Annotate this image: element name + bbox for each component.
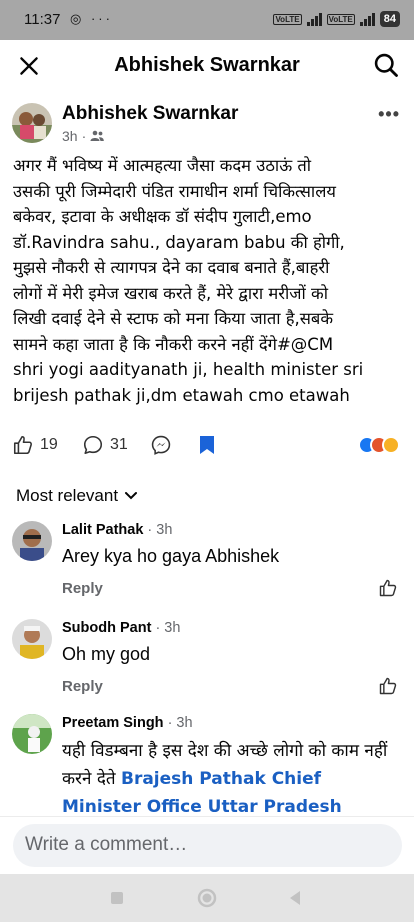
post-meta: 3h ·	[62, 128, 105, 144]
messenger-icon	[151, 435, 171, 455]
reply-button[interactable]: Reply	[62, 678, 103, 695]
thumbs-up-icon	[13, 435, 32, 455]
status-bar: 11:37 ◎ ··· VoLTE VoLTE 84	[0, 0, 414, 40]
back-icon[interactable]	[283, 886, 307, 910]
top-app-bar: Abhishek Swarnkar	[0, 40, 414, 90]
meta-separator: ·	[81, 128, 87, 144]
comment-text: यही विडम्बना है इस देश की अच्छे लोगो को …	[62, 737, 402, 821]
sort-label: Most relevant	[16, 486, 119, 505]
bookmark-icon	[200, 436, 214, 454]
like-count: 19	[40, 436, 58, 453]
volte-icon: VoLTE	[273, 13, 302, 25]
post-line: सामने कहा जाता है कि नौकरी करने नहीं दें…	[13, 334, 334, 354]
post-line: लोगों में मेरी इमेज खराब करते हैं, मेरे …	[13, 283, 328, 303]
comment-bubble-icon	[83, 435, 103, 455]
comment-time: · 3h	[147, 522, 173, 538]
post-line: डॉ.Ravindra sahu., dayaram babu की होगी,	[13, 232, 345, 252]
avatar	[12, 103, 52, 143]
comment-button[interactable]: 31	[82, 434, 128, 456]
messenger-share-button[interactable]	[150, 434, 172, 456]
battery-indicator: 84	[379, 11, 400, 27]
comment-author[interactable]: Subodh Pant · 3h	[62, 620, 180, 636]
thumbs-up-icon[interactable]	[378, 676, 398, 696]
save-button[interactable]	[198, 434, 216, 456]
system-navigation-bar	[0, 874, 414, 922]
like-button[interactable]: 19	[12, 434, 58, 456]
post-line: मुझसे नौकरी से त्यागपत्र देने का दवाब बन…	[13, 258, 330, 277]
comment-sort-dropdown[interactable]: Most relevant	[16, 486, 138, 506]
post-body: अगर मैं भविष्य में आत्महत्या जैसा कदम उठ…	[13, 153, 403, 408]
comment-input[interactable]: Write a comment…	[13, 824, 402, 867]
status-time: 11:37	[24, 11, 61, 28]
signal-icon-2	[359, 12, 375, 26]
post-line: brijesh pathak ji,dm etawah cmo etawah	[13, 385, 350, 405]
comment-time: · 3h	[167, 715, 193, 731]
comment-author-name: Subodh Pant	[62, 620, 152, 636]
sad-reaction-icon	[382, 436, 400, 454]
reaction-summary[interactable]	[358, 436, 400, 454]
post-action-bar: 19 31	[0, 430, 414, 462]
post-author-name[interactable]: Abhishek Swarnkar	[62, 103, 238, 125]
post-line: shri yogi aadityanath ji, health ministe…	[13, 360, 364, 379]
avatar[interactable]	[12, 521, 52, 561]
comment-author[interactable]: Preetam Singh · 3h	[62, 715, 193, 731]
comment-time: · 3h	[155, 620, 181, 636]
recent-apps-icon[interactable]	[105, 886, 129, 910]
comment-author-name: Lalit Pathak	[62, 522, 144, 538]
comment-text: Oh my god	[62, 644, 151, 664]
post-time: 3h	[62, 128, 78, 144]
comment-text: Arey kya ho gaya Abhishek	[62, 546, 280, 566]
more-options-icon[interactable]: •••	[378, 104, 400, 125]
post-line: बकेवर, इटावा के अधीक्षक डॉ संदीप गुलाटी,…	[13, 207, 312, 226]
reply-button[interactable]: Reply	[62, 580, 103, 597]
signal-icon	[306, 12, 322, 26]
post-line: लिखी दवाई देने से स्टाफ को मना किया जाता…	[13, 309, 334, 328]
chevron-down-icon	[125, 492, 138, 500]
page-title: Abhishek Swarnkar	[114, 54, 300, 76]
comment-author-name: Preetam Singh	[62, 715, 164, 731]
volte-icon-2: VoLTE	[326, 13, 355, 25]
comment-author[interactable]: Lalit Pathak · 3h	[62, 522, 172, 538]
status-right-icons: VoLTE VoLTE 84	[273, 11, 400, 27]
home-icon[interactable]	[195, 886, 219, 910]
avatar[interactable]	[12, 714, 52, 754]
avatar[interactable]	[12, 619, 52, 659]
post-line: अगर मैं भविष्य में आत्महत्या जैसा कदम उठ…	[13, 156, 312, 175]
post-line: उसकी पूरी जिम्मेदारी पंडित रामाधीन शर्मा…	[13, 181, 336, 201]
search-icon[interactable]	[372, 51, 400, 79]
thumbs-up-icon[interactable]	[378, 578, 398, 598]
status-notification-icons: ◎ ···	[70, 11, 113, 26]
post-author-avatar[interactable]	[12, 103, 52, 148]
friends-icon	[90, 130, 105, 141]
comment-count: 31	[110, 436, 128, 453]
